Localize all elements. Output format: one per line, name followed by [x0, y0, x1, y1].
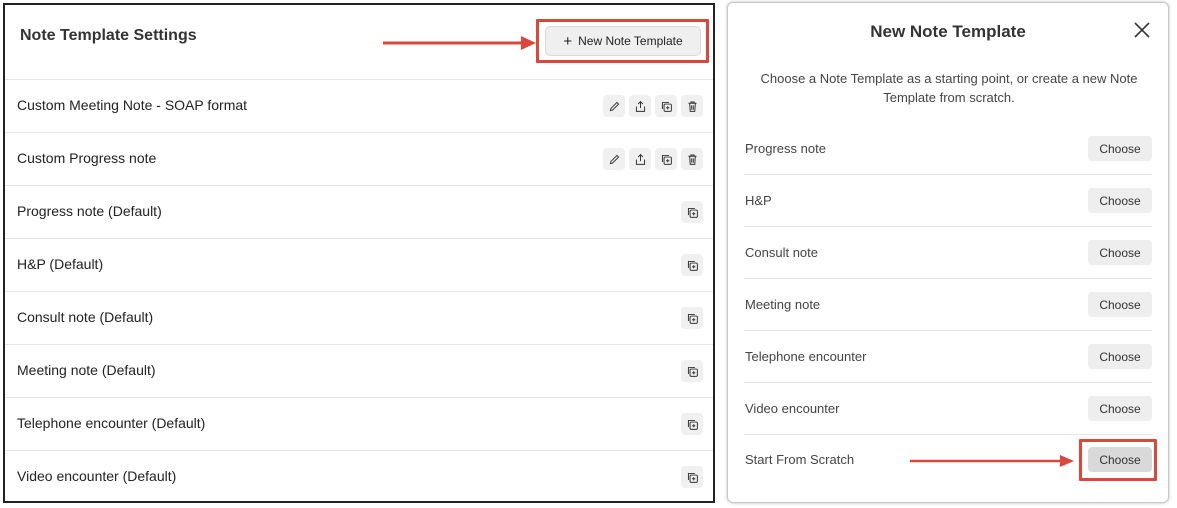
settings-header: Note Template Settings + New Note Templa…: [5, 5, 713, 80]
template-actions: [681, 466, 703, 488]
template-option-row: Video encounter Choose: [744, 383, 1152, 435]
template-actions: [681, 201, 703, 223]
option-name: H&P: [745, 193, 772, 208]
template-name: H&P (Default): [17, 256, 104, 272]
option-name: Meeting note: [745, 297, 821, 312]
option-name: Progress note: [745, 141, 826, 156]
modal-title: New Note Template: [870, 22, 1026, 41]
export-icon[interactable]: [629, 148, 651, 170]
template-name: Meeting note (Default): [17, 362, 156, 378]
option-name: Telephone encounter: [745, 349, 867, 364]
template-row: Progress note (Default): [5, 186, 713, 239]
plus-icon: +: [563, 32, 573, 50]
annotation-arrow: [910, 455, 1074, 467]
template-row: Consult note (Default): [5, 292, 713, 345]
page-title: Note Template Settings: [20, 27, 197, 44]
template-actions: [681, 307, 703, 329]
choose-button[interactable]: Choose: [1088, 344, 1152, 369]
duplicate-icon[interactable]: [681, 360, 703, 382]
duplicate-icon[interactable]: [681, 413, 703, 435]
choose-highlight: [1079, 439, 1157, 481]
template-actions: [681, 413, 703, 435]
template-name: Telephone encounter (Default): [17, 415, 206, 431]
export-icon[interactable]: [629, 95, 651, 117]
template-name: Video encounter (Default): [17, 468, 177, 484]
duplicate-icon[interactable]: [655, 148, 677, 170]
new-note-template-modal: New Note Template Choose a Note Template…: [727, 2, 1169, 503]
duplicate-icon[interactable]: [681, 466, 703, 488]
option-name: Consult note: [745, 245, 818, 260]
template-actions: [681, 254, 703, 276]
delete-icon[interactable]: [681, 148, 703, 170]
template-option-row: Consult note Choose: [744, 227, 1152, 279]
template-option-row: Meeting note Choose: [744, 279, 1152, 331]
template-row: Telephone encounter (Default): [5, 398, 713, 451]
template-row: Meeting note (Default): [5, 345, 713, 398]
modal-description: Choose a Note Template as a starting poi…: [760, 71, 1138, 105]
new-note-template-label: New Note Template: [578, 34, 683, 48]
choose-button[interactable]: Choose: [1088, 188, 1152, 213]
template-row: Video encounter (Default): [5, 451, 713, 501]
choose-button[interactable]: Choose: [1088, 240, 1152, 265]
template-name: Progress note (Default): [17, 203, 162, 219]
template-actions: [681, 360, 703, 382]
template-row: H&P (Default): [5, 239, 713, 292]
duplicate-icon[interactable]: [681, 307, 703, 329]
template-row: Custom Meeting Note - SOAP format: [5, 80, 713, 133]
edit-icon[interactable]: [603, 95, 625, 117]
template-name: Consult note (Default): [17, 309, 154, 325]
template-actions: [603, 95, 703, 117]
template-option-row: Progress note Choose: [744, 123, 1152, 175]
template-option-row: H&P Choose: [744, 175, 1152, 227]
edit-icon[interactable]: [603, 148, 625, 170]
duplicate-icon[interactable]: [681, 201, 703, 223]
choose-button[interactable]: Choose: [1088, 292, 1152, 317]
duplicate-icon[interactable]: [655, 95, 677, 117]
option-name: Start From Scratch: [745, 452, 855, 467]
template-name: Custom Progress note: [17, 150, 157, 166]
note-template-settings-panel: Note Template Settings + New Note Templa…: [3, 3, 715, 503]
template-actions: [603, 148, 703, 170]
choose-button[interactable]: Choose: [1088, 136, 1152, 161]
delete-icon[interactable]: [681, 95, 703, 117]
annotation-arrow: [383, 36, 536, 50]
new-note-template-button[interactable]: + New Note Template: [545, 26, 701, 56]
template-row: Custom Progress note: [5, 133, 713, 186]
template-name: Custom Meeting Note - SOAP format: [17, 97, 248, 113]
duplicate-icon[interactable]: [681, 254, 703, 276]
template-option-row: Telephone encounter Choose: [744, 331, 1152, 383]
option-name: Video encounter: [745, 401, 840, 416]
choose-button[interactable]: Choose: [1088, 396, 1152, 421]
close-icon[interactable]: [1133, 21, 1151, 39]
